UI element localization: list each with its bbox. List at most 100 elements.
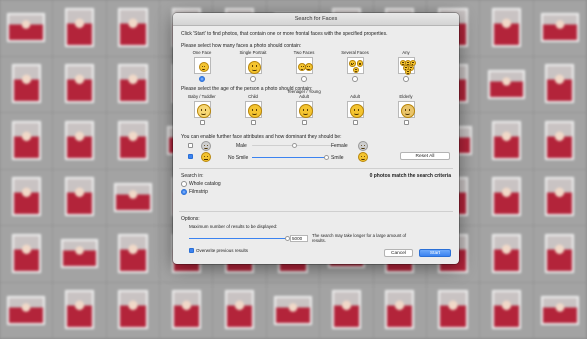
photo-thumbnail bbox=[65, 64, 94, 103]
photo-thumbnail-cell bbox=[107, 170, 160, 227]
photo-thumbnail-cell bbox=[267, 283, 320, 339]
attributes-prompt: You can enable further face attributes a… bbox=[181, 134, 341, 140]
photo-thumbnail bbox=[385, 290, 414, 329]
max-results-label: Maximum number of results to be displaye… bbox=[189, 224, 277, 229]
photo-thumbnail bbox=[545, 177, 574, 216]
face-count-radio[interactable] bbox=[301, 76, 307, 82]
face-count-option-label: Single Portrait bbox=[236, 46, 270, 56]
photo-thumbnail bbox=[118, 290, 147, 329]
age-checkbox[interactable] bbox=[200, 120, 205, 125]
photo-thumbnail-cell bbox=[107, 0, 160, 57]
search-for-faces-dialog: Search for Faces Click 'Start' to find p… bbox=[173, 13, 459, 264]
age-option-label: Teenager / Young Adult bbox=[287, 90, 321, 100]
divider bbox=[179, 168, 453, 169]
photo-thumbnail-cell bbox=[374, 283, 427, 339]
face-count-option[interactable]: One Face bbox=[185, 46, 219, 82]
age-option[interactable]: Baby / Toddler bbox=[185, 90, 219, 125]
gender-slider[interactable] bbox=[252, 145, 336, 146]
face-count-option-label: One Face bbox=[185, 46, 219, 56]
cancel-button[interactable]: Cancel bbox=[384, 249, 413, 257]
age-option-label: Elderly bbox=[389, 90, 423, 100]
photo-thumbnail bbox=[488, 70, 526, 99]
photo-thumbnail-cell bbox=[53, 170, 106, 227]
face-count-option[interactable]: Single Portrait bbox=[236, 46, 270, 82]
face-count-radio[interactable] bbox=[352, 76, 358, 82]
photo-thumbnail bbox=[545, 121, 574, 160]
photo-thumbnail bbox=[541, 13, 579, 42]
age-checkbox[interactable] bbox=[353, 120, 358, 125]
age-option-label: Adult bbox=[338, 90, 372, 100]
face-count-radio[interactable] bbox=[199, 76, 205, 82]
gender-right-label: Female bbox=[331, 143, 348, 149]
smile-slider[interactable] bbox=[252, 157, 326, 158]
max-results-input[interactable]: 5000 bbox=[290, 235, 308, 242]
photo-thumbnail bbox=[225, 290, 254, 329]
photo-thumbnail-cell bbox=[480, 170, 533, 227]
age-option[interactable]: Teenager / Young Adult bbox=[287, 90, 321, 125]
search-scope-label: Filmstrip bbox=[189, 189, 208, 195]
overwrite-results-checkbox[interactable] bbox=[189, 248, 194, 253]
photo-thumbnail bbox=[7, 13, 45, 42]
face-count-option[interactable]: Any bbox=[389, 46, 423, 82]
photo-thumbnail-cell bbox=[480, 283, 533, 339]
teen-face-icon bbox=[296, 101, 313, 118]
smile-right-label: Smile bbox=[331, 155, 344, 161]
start-button[interactable]: Start bbox=[419, 249, 451, 257]
several-faces-icon bbox=[347, 57, 364, 74]
photo-thumbnail-cell bbox=[53, 226, 106, 283]
photo-thumbnail-cell bbox=[53, 283, 106, 339]
photo-thumbnail bbox=[492, 121, 521, 160]
photo-thumbnail bbox=[61, 239, 99, 268]
photo-thumbnail-cell bbox=[534, 0, 587, 57]
photo-thumbnail-cell bbox=[320, 283, 373, 339]
face-count-option[interactable]: Two Faces bbox=[287, 46, 321, 82]
max-results-note: The search may take longer for a large a… bbox=[312, 233, 412, 243]
photo-thumbnail-cell bbox=[480, 0, 533, 57]
divider bbox=[179, 211, 453, 212]
gender-face-icon bbox=[201, 141, 211, 151]
photo-thumbnail-cell bbox=[0, 113, 53, 170]
photo-thumbnail bbox=[7, 296, 45, 325]
gender-slider-knob[interactable] bbox=[292, 143, 297, 148]
photo-thumbnail-cell bbox=[534, 283, 587, 339]
gender-attribute-checkbox[interactable] bbox=[188, 143, 193, 148]
max-results-slider-knob[interactable] bbox=[285, 236, 290, 241]
photo-thumbnail-cell bbox=[480, 113, 533, 170]
smiling-face-icon bbox=[358, 152, 368, 162]
age-checkbox[interactable] bbox=[251, 120, 256, 125]
age-option[interactable]: Child bbox=[236, 90, 270, 125]
photo-thumbnail bbox=[12, 121, 41, 160]
face-count-radio[interactable] bbox=[403, 76, 409, 82]
smile-slider-fill bbox=[252, 157, 326, 158]
face-count-radio[interactable] bbox=[250, 76, 256, 82]
smile-attribute-checkbox[interactable] bbox=[188, 154, 193, 159]
face-count-option-label: Any bbox=[389, 46, 423, 56]
smile-slider-knob[interactable] bbox=[324, 155, 329, 160]
reset-all-button[interactable]: Reset All bbox=[400, 152, 450, 160]
max-results-slider[interactable] bbox=[189, 238, 287, 239]
photo-thumbnail-cell bbox=[534, 170, 587, 227]
photo-thumbnail-cell bbox=[107, 226, 160, 283]
photo-thumbnail bbox=[65, 121, 94, 160]
intro-text: Click 'Start' to find photos, that conta… bbox=[181, 31, 387, 37]
neutral-face-icon bbox=[201, 152, 211, 162]
face-count-option[interactable]: Several Faces bbox=[338, 46, 372, 82]
search-scope-radio[interactable] bbox=[181, 181, 187, 187]
options-label: Options: bbox=[181, 216, 200, 222]
any-faces-icon bbox=[398, 57, 415, 74]
photo-thumbnail bbox=[545, 234, 574, 273]
photo-thumbnail-cell bbox=[0, 226, 53, 283]
photo-thumbnail bbox=[118, 234, 147, 273]
photo-thumbnail bbox=[492, 234, 521, 273]
age-checkbox[interactable] bbox=[404, 120, 409, 125]
age-checkbox[interactable] bbox=[302, 120, 307, 125]
age-option[interactable]: Elderly bbox=[389, 90, 423, 125]
photo-thumbnail bbox=[114, 183, 152, 212]
age-option[interactable]: Adult bbox=[338, 90, 372, 125]
photo-thumbnail bbox=[118, 8, 147, 47]
photo-thumbnail bbox=[65, 290, 94, 329]
face-count-option-label: Several Faces bbox=[338, 46, 372, 56]
search-scope-radio[interactable] bbox=[181, 189, 187, 195]
photo-thumbnail bbox=[65, 8, 94, 47]
photo-thumbnail-cell bbox=[107, 113, 160, 170]
